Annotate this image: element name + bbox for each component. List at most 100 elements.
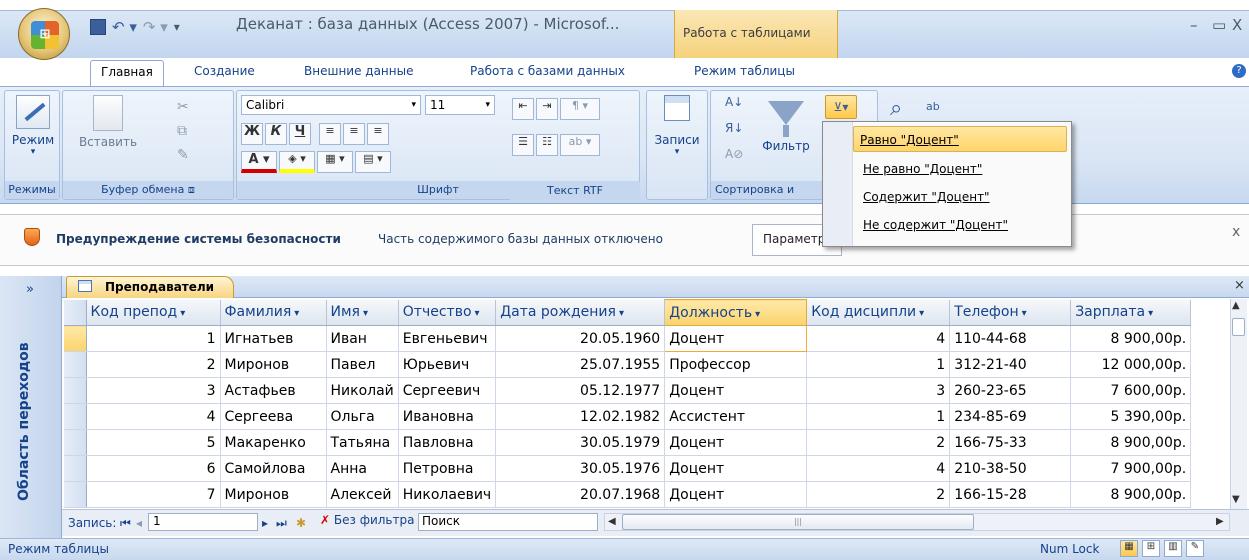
table-cell[interactable]: 166-75-33	[949, 429, 1072, 456]
table-cell[interactable]: Петровна	[398, 455, 497, 482]
table-row[interactable]: 2 Миронов Павел Юрьевич 25.07.1955 Профе…	[64, 351, 1192, 378]
table-cell[interactable]: 2	[806, 481, 951, 508]
row-selector[interactable]	[64, 429, 87, 456]
table-cell[interactable]: Ассистент	[664, 403, 808, 430]
records-button[interactable]: Записи ▾	[651, 95, 703, 157]
table-cell[interactable]: Миронов	[220, 351, 327, 378]
table-cell[interactable]: Доцент	[664, 377, 808, 404]
table-cell[interactable]: 210-38-50	[949, 455, 1072, 482]
menu-item-equals[interactable]: Равно "Доцент"	[853, 126, 1067, 152]
navigation-pane-label[interactable]: Область переходов	[16, 332, 46, 512]
table-cell[interactable]: Иван	[326, 325, 399, 352]
table-cell[interactable]: Сергеева	[220, 403, 327, 430]
maximize-button[interactable]: ▭	[1212, 16, 1226, 34]
highlight-icon[interactable]: ab ▾	[560, 134, 600, 156]
table-cell[interactable]: 234-85-69	[949, 403, 1072, 430]
table-row[interactable]: 1 Игнатьев Иван Евгеньевич 20.05.1960 До…	[64, 325, 1192, 352]
table-cell[interactable]: 1	[86, 325, 221, 352]
scroll-left-icon[interactable]: ◀	[608, 516, 616, 527]
table-cell[interactable]: Павловна	[398, 429, 497, 456]
format-painter-icon[interactable]: ✎	[177, 147, 189, 163]
table-cell[interactable]: 12.02.1982	[495, 403, 666, 430]
column-header[interactable]: Отчество ▾	[398, 299, 497, 326]
underline-button[interactable]: Ч	[289, 123, 311, 145]
numbering-icon[interactable]: ☷	[536, 134, 558, 156]
table-row[interactable]: 7 Миронов Алексей Николаевич 20.07.1968 …	[64, 481, 1192, 508]
minimize-button[interactable]: –	[1190, 16, 1198, 34]
scroll-down-icon[interactable]: ▼	[1232, 494, 1240, 505]
undo-icon[interactable]: ↶ ▾	[112, 18, 137, 36]
table-cell[interactable]: 7	[86, 481, 221, 508]
help-icon[interactable]: ?	[1232, 64, 1246, 78]
row-selector[interactable]	[64, 481, 87, 508]
menu-item-contains[interactable]: Содержит "Доцент"	[857, 184, 990, 210]
column-header[interactable]: Фамилия ▾	[220, 299, 327, 326]
design-view-status-icon[interactable]: ✎	[1186, 540, 1204, 557]
table-cell[interactable]: 4	[806, 455, 951, 482]
table-cell-selected[interactable]: Доцент	[664, 325, 808, 352]
align-left-icon[interactable]: ≡	[319, 123, 341, 145]
table-cell[interactable]: Юрьевич	[398, 351, 497, 378]
copy-icon[interactable]: ⧉	[177, 123, 187, 139]
paragraph-icon[interactable]: ¶ ▾	[560, 98, 600, 120]
table-cell[interactable]: 7 900,00р.	[1070, 455, 1192, 482]
table-cell[interactable]: 4	[806, 325, 951, 352]
italic-button[interactable]: К	[265, 123, 287, 145]
column-header[interactable]: Имя ▾	[326, 299, 399, 326]
table-cell[interactable]: Профессор	[664, 351, 808, 378]
close-button[interactable]: X	[1232, 16, 1242, 34]
column-header-selected[interactable]: Должность ▾	[664, 299, 808, 326]
tab-external-data[interactable]: Внешние данные	[294, 60, 423, 86]
menu-item-not-equals[interactable]: Не равно "Доцент"	[857, 156, 982, 182]
column-header[interactable]: Дата рождения ▾	[495, 299, 666, 326]
redo-icon[interactable]: ↷ ▾	[143, 18, 168, 36]
table-cell[interactable]: Сергеевич	[398, 377, 497, 404]
mode-button[interactable]: Режим ▾	[11, 95, 55, 157]
last-record-icon[interactable]: ⏭	[276, 516, 287, 531]
table-cell[interactable]: 260-23-65	[949, 377, 1072, 404]
row-selector[interactable]	[64, 403, 87, 430]
tab-home[interactable]: Главная	[90, 60, 164, 86]
table-cell[interactable]: Евгеньевич	[398, 325, 497, 352]
table-cell[interactable]: 8 900,00р.	[1070, 481, 1192, 508]
close-object-icon[interactable]: ×	[1234, 278, 1245, 293]
search-input[interactable]: Поиск	[418, 513, 598, 531]
table-cell[interactable]: 30.05.1976	[495, 455, 666, 482]
table-cell[interactable]: 3	[86, 377, 221, 404]
table-cell[interactable]: Самойлова	[220, 455, 327, 482]
menu-item-not-contains[interactable]: Не содержит "Доцент"	[857, 212, 1008, 238]
table-cell[interactable]: Астафьев	[220, 377, 327, 404]
table-cell[interactable]: 25.07.1955	[495, 351, 666, 378]
table-cell[interactable]: 8 900,00р.	[1070, 325, 1192, 352]
table-cell[interactable]: Доцент	[664, 481, 808, 508]
gridlines-icon[interactable]: ▦ ▾	[317, 151, 353, 173]
table-cell[interactable]: 2	[806, 429, 951, 456]
office-button[interactable]: ⊞	[18, 8, 70, 60]
column-header[interactable]: Код препод ▾	[86, 299, 221, 326]
table-cell[interactable]: 20.07.1968	[495, 481, 666, 508]
font-size-select[interactable]: 11 ▾	[425, 95, 495, 115]
table-cell[interactable]: 110-44-68	[949, 325, 1072, 352]
next-record-icon[interactable]: ▸	[262, 516, 268, 530]
table-cell[interactable]: Доцент	[664, 455, 808, 482]
table-cell[interactable]: 6	[86, 455, 221, 482]
table-row[interactable]: 5 Макаренко Татьяна Павловна 30.05.1979 …	[64, 429, 1192, 456]
font-color-icon[interactable]: A ▾	[241, 151, 277, 173]
table-cell[interactable]: Татьяна	[326, 429, 399, 456]
scroll-up-icon[interactable]: ▲	[1232, 300, 1240, 311]
customize-qat-icon[interactable]: ▾	[174, 20, 180, 34]
selection-filter-button[interactable]: ⊻▾	[825, 95, 857, 119]
no-filter-button[interactable]: ✗ Без фильтра	[320, 513, 414, 527]
table-cell[interactable]: 20.05.1960	[495, 325, 666, 352]
column-header[interactable]: Зарплата ▾	[1070, 299, 1192, 326]
tab-datasheet[interactable]: Режим таблицы	[684, 60, 805, 86]
table-cell[interactable]: Доцент	[664, 429, 808, 456]
row-selector[interactable]	[64, 325, 87, 352]
paste-button[interactable]: Вставить	[73, 95, 143, 149]
table-cell[interactable]: 30.05.1979	[495, 429, 666, 456]
table-cell[interactable]: 5 390,00р.	[1070, 403, 1192, 430]
indent-decrease-icon[interactable]: ⇤	[512, 98, 534, 120]
sort-descending-icon[interactable]: Я↓	[725, 121, 743, 135]
fill-color-icon[interactable]: ◈ ▾	[279, 151, 315, 173]
vertical-scroll-thumb[interactable]	[1232, 318, 1245, 336]
